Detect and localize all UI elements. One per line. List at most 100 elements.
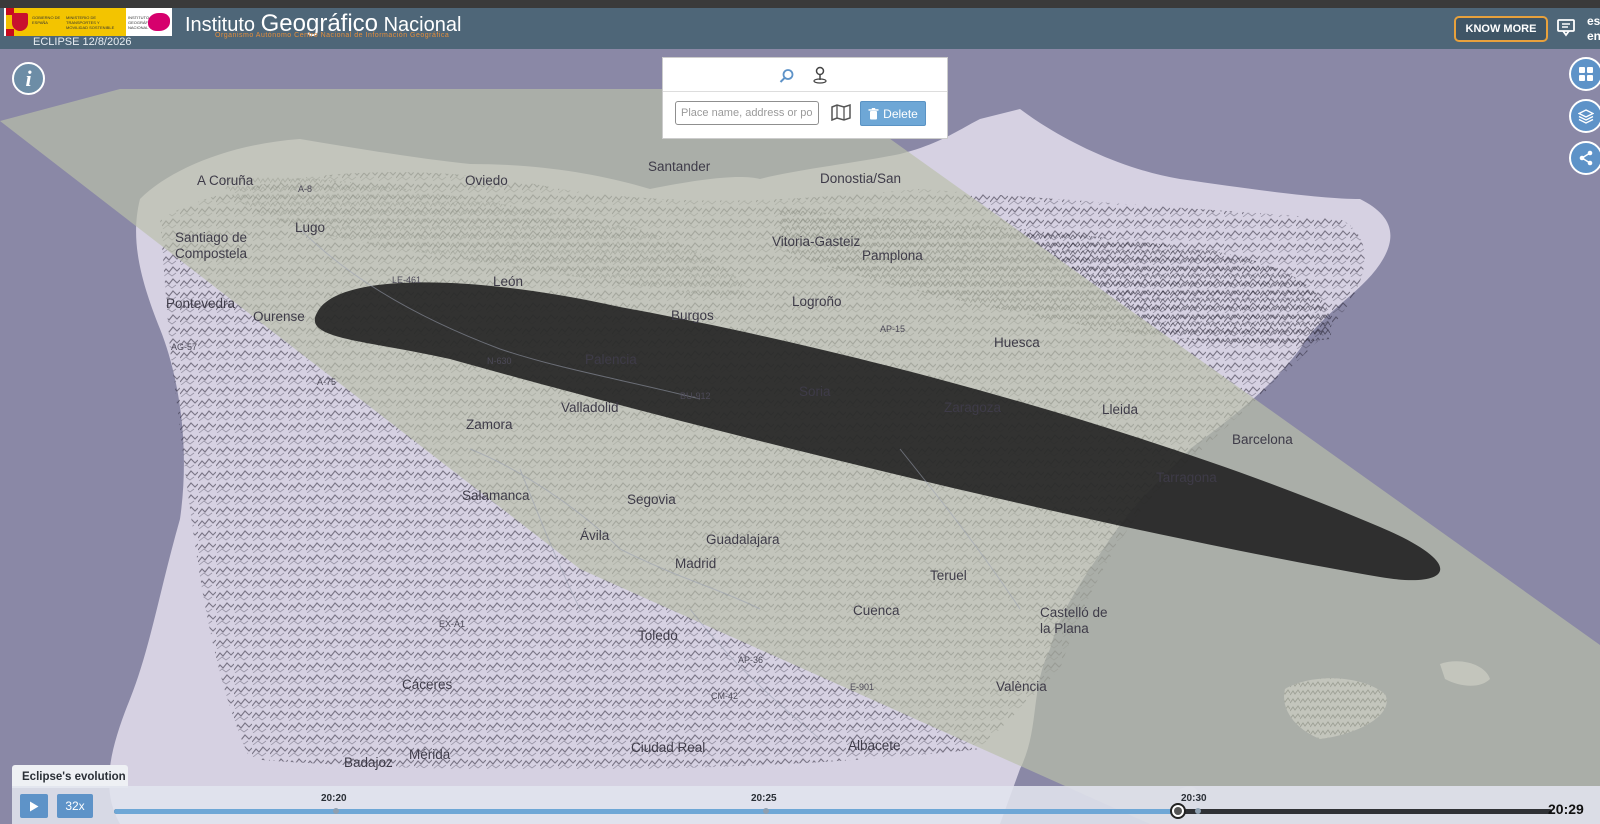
city-label: Barcelona [1232,432,1293,447]
city-label: Teruel [930,568,967,583]
trash-icon [868,107,879,119]
city-label: Lleida [1102,402,1139,417]
search-panel: Delete [662,57,948,139]
city-label: Salamanca [462,488,530,503]
city-label: Badajoz [344,755,393,770]
eclipse-evolution-tab: Eclipse's evolution [12,765,128,788]
delete-button[interactable]: Delete [860,101,926,126]
map-icon [831,103,851,122]
lang-en-option[interactable]: en [1587,29,1600,44]
city-label: Castelló de la Plana [1040,605,1108,636]
city-label: Valladolid [561,400,619,415]
city-label: Cuenca [853,603,900,618]
share-icon [1579,150,1593,166]
info-button[interactable]: i [12,62,45,95]
city-label: Pamplona [862,248,923,263]
city-label: Lugo [295,220,326,235]
city-label: Ávila [580,528,610,543]
city-label: Santiago de [175,230,248,245]
current-time: 20:29 [1548,801,1584,817]
search-icon [779,69,794,83]
city-label: A Coruña [197,173,254,188]
map-background [0,49,1600,824]
city-label: Soria [799,384,831,399]
layers-button[interactable] [1569,99,1600,133]
city-label: Palencia [585,352,637,367]
road-label: N-630 [487,356,512,366]
tick-label: 20:25 [751,793,777,804]
city-label: Pontevedra [166,296,236,311]
city-label: València [996,679,1047,694]
map-pin-icon [813,66,827,84]
city-label: Compostela [175,246,248,261]
coat-of-arms-icon [12,13,28,31]
search-mode-button[interactable] [779,68,795,89]
feedback-icon[interactable] [1556,18,1576,38]
city-label: Oviedo [465,173,508,188]
city-label: Donostia/San [820,171,902,186]
map-canvas[interactable]: A Coruña Santiago de Compostela Lugo Pon… [0,49,1600,824]
locate-mode-button[interactable] [812,66,828,89]
city-label: Logroño [792,294,842,309]
speed-button[interactable]: 32x [57,794,93,818]
government-logo: GOBIERNO DE ESPAÑA MINISTERIO DE TRANSPO… [4,8,172,36]
play-button[interactable] [20,794,48,818]
road-label: AP-36 [738,655,764,665]
road-label: A-75 [317,377,337,387]
eclipse-date-label: ECLIPSE 12/8/2026 [33,36,132,48]
timeline-bar: 32x 20:20 20:25 20:30 20:29 [12,786,1600,824]
language-selector[interactable]: es en [1587,14,1600,44]
logo-text-government: GOBIERNO DE ESPAÑA [32,15,61,25]
city-label: León [493,274,524,289]
city-label: Ourense [253,309,305,324]
road-label: LE-461 [392,275,422,285]
city-label: Vitoria-Gasteiz [772,234,861,249]
city-label: Guadalajara [706,532,780,547]
road-label: EX-A1 [439,619,466,629]
grid-view-button[interactable] [1569,57,1600,91]
city-label: Albacete [848,738,901,753]
road-label: BU-912 [680,391,711,401]
city-label: Mérida [409,747,451,762]
city-label: Toledo [638,628,678,643]
city-label: Segovia [627,492,676,507]
city-label: Ciudad Real [631,740,706,755]
road-label: CM-42 [711,691,739,701]
road-label: A-8 [298,184,313,194]
grid-icon [1579,67,1593,81]
city-label: Zaragoza [944,400,1002,415]
logo-text-ministry: MINISTERIO DE TRANSPORTES Y MOVILIDAD SO… [66,15,115,30]
timeline-slider[interactable] [114,809,1552,814]
panel-divider [663,91,947,92]
city-label: Zamora [466,417,513,432]
layers-icon [1578,109,1594,124]
search-input[interactable] [675,101,819,125]
road-label: AP-15 [880,324,906,334]
road-label: AG-57 [171,342,198,352]
timeline-tick [1195,808,1201,814]
city-label: Tarragona [1156,470,1217,485]
timeline-thumb[interactable] [1170,803,1187,819]
ign-subtitle: Organismo Autónomo Centro Nacional de In… [215,32,450,39]
timeline-progress [114,809,1179,814]
cnig-logo-icon [148,13,170,31]
delete-label: Delete [883,106,918,121]
lang-es-option[interactable]: es [1587,14,1600,29]
header-bar: GOBIERNO DE ESPAÑA MINISTERIO DE TRANSPO… [0,8,1600,49]
know-more-button[interactable]: KNOW MORE [1454,16,1548,42]
tick-label: 20:20 [321,793,347,804]
city-label: Huesca [994,335,1040,350]
city-label: Madrid [675,556,717,571]
tick-label: 20:30 [1181,793,1207,804]
road-label: E-901 [850,682,875,692]
city-label: Cáceres [402,677,453,692]
logo-text-ign: INSTITUTO GEOGRÁFICO NACIONAL [128,15,156,30]
timeline-tick [333,808,339,814]
city-label: Santander [648,159,711,174]
play-icon [30,801,39,811]
timeline-tick [763,808,769,814]
city-label: Burgos [671,308,714,323]
map-select-button[interactable] [831,103,851,122]
window-top-strip [0,0,1600,8]
share-button[interactable] [1569,141,1600,175]
